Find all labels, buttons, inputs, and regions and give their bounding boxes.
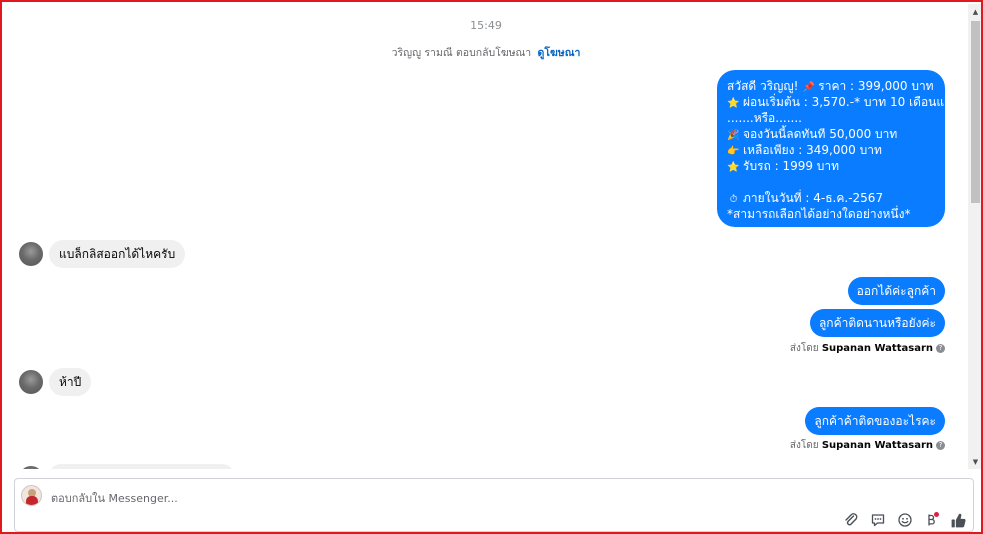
avatar-body-shape xyxy=(26,496,38,505)
view-ad-link[interactable]: ดูโฆษณา xyxy=(538,47,581,59)
promo-line-pickup: ⭐ รับรถ : 1999 บาท xyxy=(727,158,935,174)
promo-or-text: .......หรือ....... xyxy=(727,111,802,125)
sent-by-prefix: ส่งโดย xyxy=(789,343,819,354)
messenger-window: 15:49 วริญญู รามณี ตอบกลับโฆษณา ดูโฆษณา … xyxy=(0,0,983,534)
reply-input[interactable] xyxy=(51,490,651,506)
conversation-pane[interactable]: 15:49 วริญญู รามณี ตอบกลับโฆษณา ดูโฆษณา … xyxy=(4,4,968,469)
promo-line-greeting: สวัสดี วริญญู! 📌 ราคา : 399,000 บาท xyxy=(727,78,935,94)
outgoing-message-bubble[interactable]: ลูกค้าติดนานหรือยังค่ะ xyxy=(809,309,945,337)
page-avatar xyxy=(21,485,42,506)
message-timestamp: 15:49 xyxy=(470,19,502,32)
scroll-down-arrow-icon[interactable]: ▼ xyxy=(968,454,981,469)
incoming-message-bubble[interactable]: ห้าปี xyxy=(49,368,92,396)
ad-reply-notice: วริญญู รามณี ตอบกลับโฆษณา ดูโฆษณา xyxy=(4,44,968,61)
info-icon[interactable]: ? xyxy=(936,440,945,450)
incoming-message-bubble[interactable]: แบล็กลิสออกได้ไหครับ xyxy=(49,240,186,268)
contact-avatar[interactable] xyxy=(19,370,43,394)
like-thumb-icon[interactable] xyxy=(949,511,967,529)
message-composer xyxy=(14,478,974,532)
promo-blank-line xyxy=(727,174,935,190)
promo-line-installment: ⭐ ผ่อนเริ่มต้น : 3,570.-* บาท 10 เดือนแรก xyxy=(727,94,958,110)
sent-by-label: ส่งโดย Supanan Wattasarn? xyxy=(790,341,945,356)
promo-remaining-text: เหลือเพียง : 349,000 บาท xyxy=(743,143,882,157)
sent-by-prefix: ส่งโดย xyxy=(789,440,819,451)
promo-message-bubble[interactable]: สวัสดี วริญญู! 📌 ราคา : 399,000 บาท ⭐ ผ่อน… xyxy=(717,70,958,227)
promo-line-note: *สามารถเลือกได้อย่างใดอย่างหนึ่ง* xyxy=(727,206,935,222)
promo-line-remaining: 👉 เหลือเพียง : 349,000 บาท xyxy=(727,142,935,158)
scrollbar-thumb[interactable] xyxy=(971,21,980,203)
sent-by-label: ส่งโดย Supanan Wattasarn? xyxy=(790,438,945,453)
emoji-icon[interactable] xyxy=(896,511,914,529)
promo-line-deadline: ⏱ ภายในวันที่ : 4-ธ.ค.-2567 xyxy=(727,190,935,206)
promo-line-discount: 🎉 จองวันนี้ลดทันที 50,000 บาท xyxy=(727,126,935,142)
payment-icon[interactable] xyxy=(922,511,940,529)
contact-avatar[interactable] xyxy=(19,242,43,266)
promo-discount-text: จองวันนี้ลดทันที 50,000 บาท xyxy=(743,127,898,141)
info-icon[interactable]: ? xyxy=(936,343,945,353)
sender-name: Supanan Wattasarn xyxy=(821,343,933,354)
promo-installment-text: ผ่อนเริ่มต้น : 3,570.-* บาท 10 เดือนแรก xyxy=(743,95,958,109)
chat-scrollbar[interactable]: ▲ ▼ xyxy=(968,4,981,469)
promo-pickup-text: รับรถ : 1999 บาท xyxy=(743,159,840,173)
promo-line-or: .......หรือ....... xyxy=(727,110,935,126)
contact-avatar[interactable] xyxy=(19,466,43,469)
saved-replies-icon[interactable] xyxy=(869,511,887,529)
promo-price-text: ราคา : 399,000 บาท xyxy=(818,79,934,93)
scroll-up-arrow-icon[interactable]: ▲ xyxy=(968,4,981,19)
attachment-icon[interactable] xyxy=(842,511,860,529)
ad-reply-text: วริญญู รามณี ตอบกลับโฆษณา xyxy=(391,47,532,59)
outgoing-message-bubble[interactable]: ลูกค้าค้าติดของอะไรคะ xyxy=(805,407,945,435)
promo-deadline-text: ภายในวันที่ : 4-ธ.ค.-2567 xyxy=(743,191,884,205)
outgoing-message-bubble[interactable]: ออกได้ค่ะลูกค้า xyxy=(847,277,945,305)
star-icon: ⭐ xyxy=(727,162,740,173)
incoming-message-bubble[interactable] xyxy=(49,464,234,469)
notification-dot xyxy=(934,512,939,517)
promo-note-text: *สามารถเลือกได้อย่างใดอย่างหนึ่ง* xyxy=(727,207,911,221)
sender-name: Supanan Wattasarn xyxy=(821,440,933,451)
promo-greeting-text: สวัสดี วริญญู! xyxy=(727,79,799,93)
